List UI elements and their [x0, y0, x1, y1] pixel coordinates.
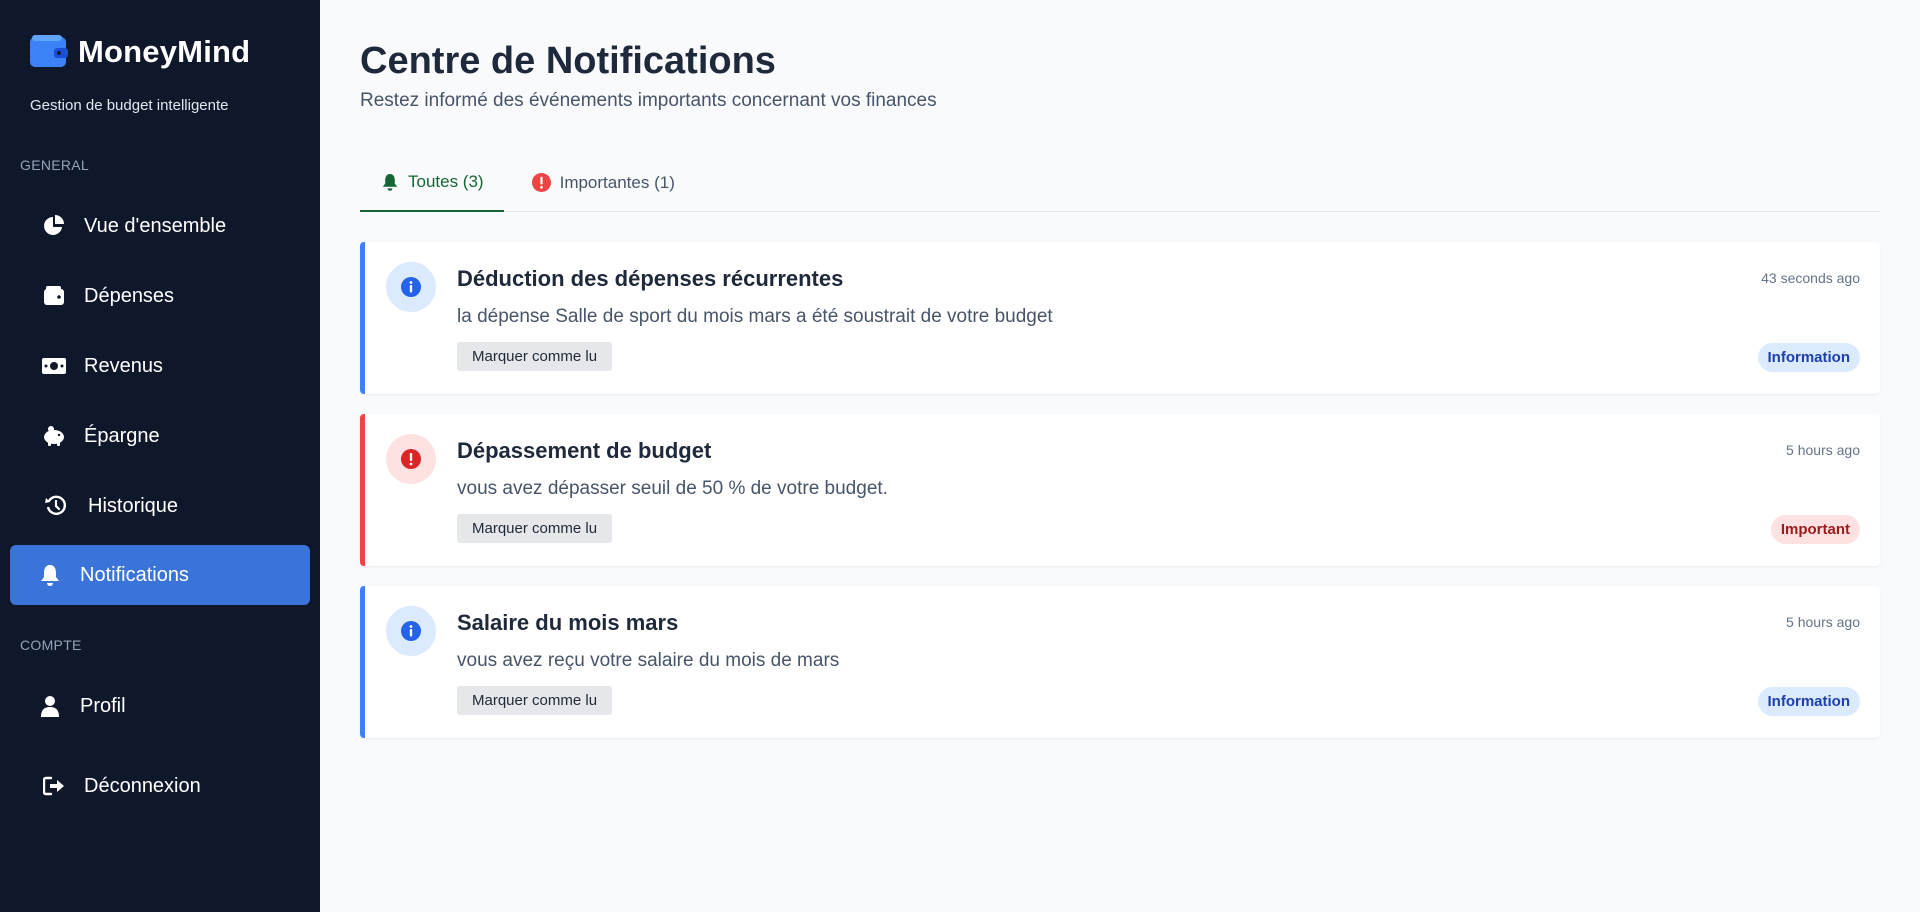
wallet-icon: [40, 282, 68, 310]
sidebar-item-history[interactable]: Historique: [10, 476, 310, 536]
notification-message: vous avez dépasser seuil de 50 % de votr…: [457, 478, 888, 499]
notification-title: Déduction des dépenses récurrentes: [457, 266, 844, 291]
notification-card: Salaire du mois mars 5 hours ago vous av…: [360, 586, 1880, 738]
notification-message: la dépense Salle de sport du mois mars a…: [457, 306, 1053, 327]
notification-card: Dépassement de budget 5 hours ago vous a…: [360, 414, 1880, 566]
notification-time: 5 hours ago: [1786, 442, 1860, 458]
page-subtitle: Restez informé des événements importants…: [360, 90, 937, 111]
sidebar-item-label: Dépenses: [84, 284, 175, 307]
tab-important[interactable]: Importantes (1): [512, 153, 695, 212]
money-bill-icon: [40, 352, 68, 380]
sidebar-item-label: Historique: [88, 494, 179, 517]
notification-time: 43 seconds ago: [1761, 270, 1860, 286]
status-badge: Information: [1757, 343, 1860, 372]
wallet-logo-icon: [30, 35, 68, 69]
notification-message: vous avez reçu votre salaire du mois de …: [457, 650, 840, 671]
sidebar-item-label: Épargne: [84, 424, 160, 447]
exclamation-circle-icon: [386, 434, 436, 484]
mark-as-read-button[interactable]: Marquer comme lu: [457, 686, 613, 715]
sidebar-item-profile[interactable]: Profil: [10, 676, 310, 736]
sidebar-item-overview[interactable]: Vue d'ensemble: [10, 196, 310, 256]
bell-icon: [36, 561, 64, 589]
sidebar-item-logout[interactable]: Déconnexion: [10, 756, 310, 816]
notification-tabs: Toutes (3) Importantes (1): [360, 153, 1880, 212]
notification-card: Déduction des dépenses récurrentes 43 se…: [360, 242, 1880, 394]
info-circle-icon: [386, 262, 436, 312]
sidebar-item-expenses[interactable]: Dépenses: [10, 266, 310, 326]
status-badge: Information: [1757, 687, 1860, 716]
notification-time: 5 hours ago: [1786, 614, 1860, 630]
info-circle-icon: [386, 606, 436, 656]
tab-label: Toutes (3): [408, 171, 484, 191]
sidebar-item-label: Vue d'ensemble: [84, 214, 227, 237]
sidebar-item-label: Revenus: [84, 354, 163, 377]
bell-icon: [380, 172, 400, 192]
user-icon: [36, 692, 64, 720]
mark-as-read-button[interactable]: Marquer comme lu: [457, 514, 613, 543]
notification-title: Dépassement de budget: [457, 438, 712, 463]
exclamation-circle-icon: [532, 173, 552, 193]
tab-label: Importantes (1): [559, 172, 675, 192]
tab-all[interactable]: Toutes (3): [360, 153, 504, 212]
piggy-bank-icon: [40, 422, 68, 450]
sidebar-item-savings[interactable]: Épargne: [10, 406, 310, 466]
main-content: Centre de Notifications Restez informé d…: [320, 0, 1920, 912]
logout-icon: [40, 772, 68, 800]
notification-title: Salaire du mois mars: [457, 610, 679, 635]
mark-as-read-button[interactable]: Marquer comme lu: [457, 342, 613, 371]
status-badge: Important: [1770, 515, 1860, 544]
sidebar-item-notifications[interactable]: Notifications: [10, 545, 310, 605]
section-label-account: COMPTE: [20, 637, 82, 653]
app-tagline: Gestion de budget intelligente: [30, 97, 229, 114]
page-title: Centre de Notifications: [360, 40, 776, 82]
history-icon: [42, 492, 70, 520]
brand[interactable]: MoneyMind: [30, 34, 250, 70]
sidebar-item-label: Profil: [80, 694, 126, 717]
pie-chart-icon: [40, 212, 68, 240]
sidebar-item-label: Déconnexion: [84, 774, 201, 797]
section-label-general: GENERAL: [20, 157, 90, 173]
sidebar-item-label: Notifications: [80, 563, 189, 586]
sidebar-item-income[interactable]: Revenus: [10, 336, 310, 396]
app-name: MoneyMind: [78, 34, 251, 69]
sidebar: MoneyMind Gestion de budget intelligente…: [0, 0, 320, 912]
